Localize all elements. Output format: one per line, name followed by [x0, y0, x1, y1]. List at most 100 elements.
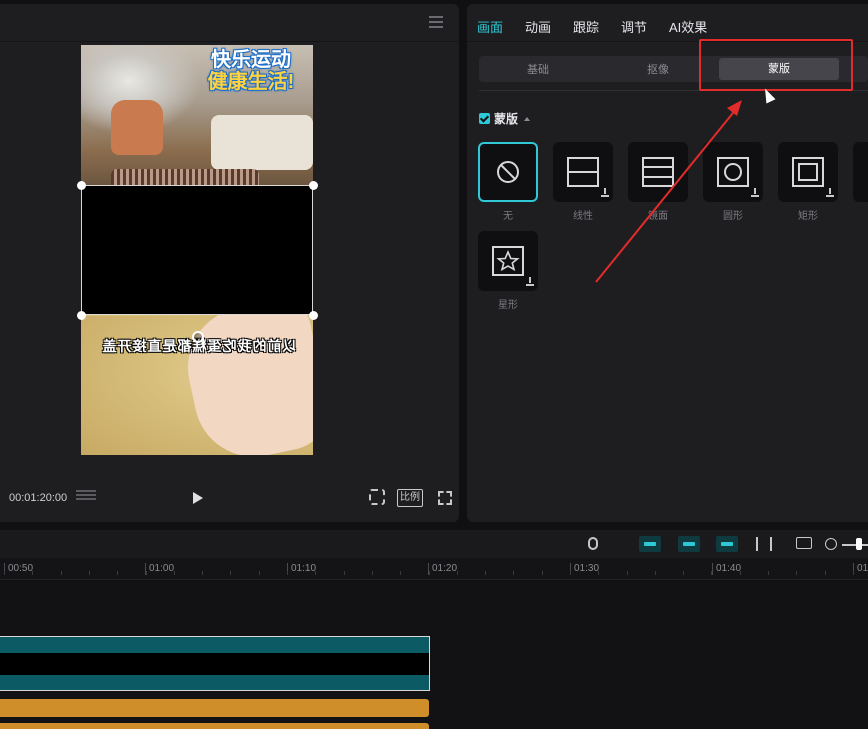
ruler-minor-tick	[598, 571, 599, 575]
video-scene-top: 快乐运动 健康生活!	[81, 45, 313, 186]
subtab-cutout[interactable]: 抠像	[647, 61, 669, 77]
ruler-minor-tick	[683, 571, 684, 575]
ruler-minor-tick	[287, 571, 288, 575]
mask-enable-checkbox[interactable]	[479, 113, 490, 124]
focus-icon[interactable]	[369, 489, 385, 505]
mask-preset-label: 镜面	[648, 211, 668, 222]
mask-overlay[interactable]	[81, 185, 313, 315]
split-preview-icon[interactable]	[756, 537, 772, 551]
timeline-tracks	[0, 581, 868, 729]
mask-preset-linear[interactable]: 线性	[553, 142, 613, 222]
mask-preset-circle[interactable]: 圆形	[703, 142, 763, 222]
tab-ai-effects[interactable]: AI效果	[669, 17, 707, 36]
inspector-tabs: 画面 动画 跟踪 调节 AI效果	[467, 4, 868, 42]
ruler-minor-tick	[32, 571, 33, 575]
ratio-button[interactable]: 比例	[397, 489, 423, 507]
menu-icon[interactable]	[429, 16, 443, 28]
app-root: 快乐运动 健康生活! 以前的我吃蛋糕都是直接开盖 00:01:20:00 比例 …	[0, 0, 868, 729]
player-header	[0, 4, 459, 42]
timeline-ruler[interactable]: 00:50 01:00 01:10 01:20 01:30 01:40 01	[0, 558, 868, 580]
download-icon	[526, 277, 534, 286]
ruler-minor-tick	[825, 571, 826, 575]
link-clips-button[interactable]	[716, 536, 738, 552]
tab-picture[interactable]: 画面	[477, 17, 503, 36]
ruler-label: 01:30	[570, 563, 599, 575]
fullscreen-icon[interactable]	[438, 491, 452, 505]
microphone-icon[interactable]	[588, 537, 598, 550]
collapse-caret-icon[interactable]	[524, 117, 531, 121]
ruler-minor-tick	[61, 571, 62, 575]
mask-preset-star[interactable]: 星形	[478, 231, 538, 311]
ruler-minor-tick	[711, 571, 712, 575]
download-icon	[826, 188, 834, 197]
mask-preset-more[interactable]	[853, 142, 868, 202]
zoom-slider[interactable]	[842, 544, 868, 546]
audio-clip[interactable]	[0, 699, 429, 717]
video-clip[interactable]	[0, 636, 430, 691]
preview-axis-icon[interactable]	[796, 537, 812, 549]
linear-mask-icon[interactable]	[553, 142, 613, 202]
download-icon	[601, 188, 609, 197]
ruler-minor-tick	[655, 571, 656, 575]
ruler-label: 00:50	[4, 563, 33, 575]
ruler-minor-tick	[542, 571, 543, 575]
timecode: 00:01:20:00	[9, 492, 68, 504]
mirror-mask-icon[interactable]	[628, 142, 688, 202]
ruler-label: 01:10	[287, 563, 316, 575]
link-main-track-button[interactable]	[639, 536, 661, 552]
subtab-basic[interactable]: 基础	[527, 61, 549, 77]
ruler-minor-tick	[315, 571, 316, 575]
timecode-list-icon[interactable]	[76, 490, 96, 504]
ruler-label: 01:20	[428, 563, 457, 575]
ruler-minor-tick	[740, 571, 741, 575]
vase-image	[111, 100, 163, 155]
play-icon[interactable]	[193, 492, 203, 504]
ruler-minor-tick	[117, 571, 118, 575]
mask-preset-mirror[interactable]: 镜面	[628, 142, 688, 222]
mask-preset-rectangle[interactable]: 矩形	[778, 142, 838, 222]
ruler-minor-tick	[400, 571, 401, 575]
mask-handle-bottom-right[interactable]	[309, 311, 318, 320]
mask-center-handle[interactable]	[192, 331, 204, 343]
mask-preset-none[interactable]: 无	[478, 142, 538, 222]
ruler-minor-tick	[202, 571, 203, 575]
couch-image	[211, 115, 313, 170]
ruler-label: 01:40	[712, 563, 741, 575]
zoom-out-icon[interactable]	[825, 538, 837, 550]
rectangle-mask-icon[interactable]	[778, 142, 838, 202]
ruler-label: 01	[853, 563, 868, 575]
ruler-minor-tick	[429, 571, 430, 575]
audio-clip[interactable]	[0, 723, 429, 729]
mask-preset-label: 圆形	[723, 211, 743, 222]
ruler-minor-tick	[146, 571, 147, 575]
mask-handle-bottom-left[interactable]	[77, 311, 86, 320]
mask-handle-top-right[interactable]	[309, 181, 318, 190]
tab-animation[interactable]: 动画	[525, 17, 551, 36]
ruler-minor-tick	[89, 571, 90, 575]
ruler-minor-tick	[344, 571, 345, 575]
timeline-toolbar	[0, 530, 868, 558]
none-icon[interactable]	[478, 142, 538, 202]
video-clip-thumbnail	[0, 653, 429, 675]
tab-adjust[interactable]: 调节	[621, 17, 647, 36]
ruler-minor-tick	[570, 571, 571, 575]
circle-mask-icon[interactable]	[703, 142, 763, 202]
ruler-minor-tick	[457, 571, 458, 575]
star-mask-icon[interactable]	[478, 231, 538, 291]
tab-tracking[interactable]: 跟踪	[573, 17, 599, 36]
mask-section-title: 蒙版	[494, 112, 519, 126]
zoom-slider-handle[interactable]	[856, 538, 862, 550]
ruler-minor-tick	[853, 571, 854, 575]
inspector-panel: 画面 动画 跟踪 调节 AI效果 基础 抠像 蒙版 蒙版 无 线性 镜面 圆形 …	[467, 4, 868, 522]
ruler-minor-tick	[627, 571, 628, 575]
ruler-minor-tick	[259, 571, 260, 575]
video-title-line1: 快乐运动	[211, 49, 291, 71]
mask-handle-top-left[interactable]	[77, 181, 86, 190]
more-mask-icon[interactable]	[853, 142, 868, 202]
mask-section-header[interactable]: 蒙版	[479, 110, 531, 127]
ruler-minor-tick	[513, 571, 514, 575]
mask-preset-label: 线性	[573, 211, 593, 222]
ruler-minor-tick	[768, 571, 769, 575]
magnet-snap-button[interactable]	[678, 536, 700, 552]
hand-image	[176, 294, 313, 455]
